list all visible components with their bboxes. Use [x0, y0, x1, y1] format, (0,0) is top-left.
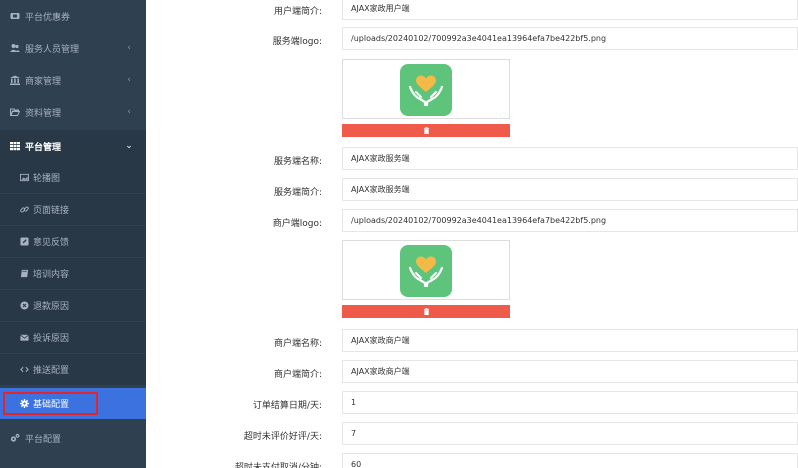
sidebar-item-staff[interactable]: 服务人员管理 ‹ [0, 32, 146, 64]
times-circle-icon [19, 301, 29, 311]
chevron-left-icon: ‹ [127, 107, 131, 117]
sidebar-item-platform-config[interactable]: 平台配置 [0, 422, 146, 454]
sidebar-item-label: 服务人员管理 [25, 44, 80, 55]
settle-days-input[interactable]: 1 [342, 391, 798, 414]
sidebar-item-label: 意见反馈 [33, 238, 70, 248]
users-icon [9, 42, 21, 54]
gears-icon [9, 432, 21, 444]
sidebar-item-complaint-reasons[interactable]: 投诉原因 [0, 322, 146, 353]
config-form: 用户端简介: AJAX家政用户端 服务端logo: /uploads/20240… [146, 0, 798, 468]
chevron-left-icon: ‹ [127, 43, 131, 53]
unpaid-cancel-label: 超时未支付取消/分钟: [234, 463, 322, 468]
sidebar-item-merchants[interactable]: 商家管理 ‹ [0, 64, 146, 96]
sidebar-item-label: 推送配置 [33, 366, 70, 376]
service-logo-input[interactable]: /uploads/20240102/700992a3e4041ea13964ef… [342, 27, 798, 50]
sidebar-item-label: 页面链接 [33, 206, 70, 216]
sidebar-item-page-links[interactable]: 页面链接 [0, 194, 146, 225]
sidebar: 平台优惠券 服务人员管理 ‹ 商家管理 ‹ 资料管理 ‹ 平台管理 ⌄ 轮播图 … [0, 0, 146, 468]
sidebar-item-push-config[interactable]: 推送配置 [0, 354, 146, 385]
service-logo-label: 服务端logo: [272, 37, 322, 47]
merchant-logo-label: 商户端logo: [272, 219, 322, 229]
merchant-logo-input[interactable]: /uploads/20240102/700992a3e4041ea13964ef… [342, 209, 798, 232]
merchant-intro-label: 商户端简介: [273, 370, 322, 380]
merchant-logo-image [400, 245, 452, 297]
merchant-logo-preview [342, 240, 510, 300]
settle-days-label: 订单结算日期/天: [252, 401, 322, 411]
edit-icon [19, 237, 29, 247]
chevron-down-icon: ⌄ [125, 141, 133, 151]
auto-review-label: 超时未评价好评/天: [243, 432, 322, 442]
sidebar-item-label: 资料管理 [25, 108, 62, 119]
merchant-name-input[interactable]: AJAX家政商户端 [342, 329, 798, 352]
service-logo-image [400, 64, 452, 116]
bank-icon [9, 74, 21, 86]
chevron-left-icon: ‹ [127, 75, 131, 85]
sidebar-item-materials[interactable]: 资料管理 ‹ [0, 96, 146, 128]
code-icon [19, 365, 29, 375]
user-intro-input[interactable]: AJAX家政用户端 [342, 0, 798, 20]
service-name-label: 服务端名称: [273, 157, 322, 167]
sidebar-item-coupons[interactable]: 平台优惠券 [0, 0, 146, 32]
folder-open-icon [9, 106, 21, 118]
table-icon [9, 140, 21, 152]
trash-icon [423, 308, 429, 315]
sidebar-item-label: 商家管理 [25, 76, 62, 87]
delete-merchant-logo-button[interactable] [342, 305, 510, 318]
sidebar-item-label: 平台管理 [25, 142, 62, 153]
highlight-annotation [3, 392, 98, 415]
sidebar-item-platform[interactable]: 平台管理 ⌄ [0, 130, 146, 162]
sidebar-item-refund-reasons[interactable]: 退款原因 [0, 290, 146, 321]
envelope-icon [19, 333, 29, 343]
merchant-name-label: 商户端名称: [273, 339, 322, 349]
unpaid-cancel-input[interactable]: 60 [342, 453, 798, 468]
image-icon [19, 173, 29, 183]
sidebar-item-label: 平台优惠券 [25, 12, 71, 23]
sidebar-item-label: 轮播图 [33, 174, 61, 184]
user-intro-label: 用户端简介: [273, 7, 322, 17]
service-name-input[interactable]: AJAX家政服务端 [342, 147, 798, 170]
link-icon [19, 205, 29, 215]
service-logo-preview [342, 59, 510, 119]
sidebar-item-label: 平台配置 [25, 434, 62, 445]
merchant-intro-input[interactable]: AJAX家政商户端 [342, 360, 798, 383]
service-intro-label: 服务端简介: [273, 188, 322, 198]
sidebar-item-label: 退款原因 [33, 302, 70, 312]
sidebar-item-label: 培训内容 [33, 270, 70, 280]
delete-service-logo-button[interactable] [342, 124, 510, 137]
sidebar-item-feedback[interactable]: 意见反馈 [0, 226, 146, 257]
sidebar-item-label: 投诉原因 [33, 334, 70, 344]
ticket-icon [9, 10, 21, 22]
auto-review-input[interactable]: 7 [342, 422, 798, 445]
trash-icon [423, 127, 429, 134]
book-icon [19, 269, 29, 279]
sidebar-item-carousel[interactable]: 轮播图 [0, 162, 146, 193]
sidebar-item-training[interactable]: 培训内容 [0, 258, 146, 289]
service-intro-input[interactable]: AJAX家政服务端 [342, 178, 798, 201]
